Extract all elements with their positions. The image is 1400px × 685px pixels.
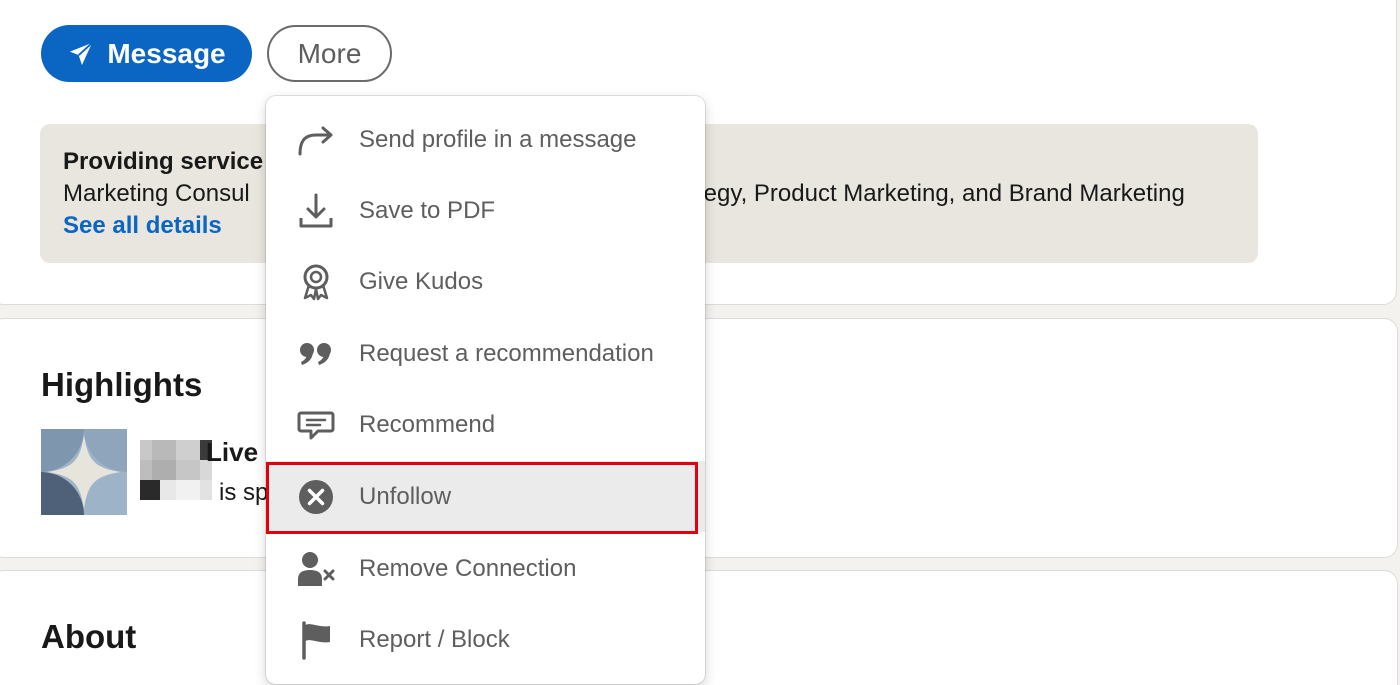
more-actions-menu: Send profile in a message Save to PDF Gi… [266, 96, 705, 684]
menu-item-save-pdf[interactable]: Save to PDF [266, 175, 705, 246]
highlights-heading: Highlights [41, 366, 203, 403]
services-description-tail: tegy, Product Marketing, and Brand Marke… [697, 180, 1185, 207]
paper-plane-icon [70, 41, 94, 65]
menu-item-label: Give Kudos [359, 267, 484, 295]
highlight-thumbnail[interactable] [41, 429, 127, 515]
blurred-avatar [140, 440, 212, 500]
menu-item-give-kudos[interactable]: Give Kudos [266, 246, 705, 317]
more-button-label: More [297, 37, 362, 69]
menu-item-send-profile[interactable]: Send profile in a message [266, 104, 705, 175]
speech-bubble-icon [296, 405, 336, 445]
menu-item-report-block[interactable]: Report / Block [266, 604, 705, 675]
message-button-label: Message [107, 37, 226, 69]
quote-icon [296, 334, 336, 374]
menu-item-remove-connection[interactable]: Remove Connection [266, 533, 705, 604]
menu-item-label: Remove Connection [359, 554, 577, 582]
menu-item-label: Save to PDF [359, 196, 496, 224]
services-description: Marketing Consul [63, 180, 250, 207]
share-arrow-icon [296, 120, 336, 160]
menu-item-label: Report / Block [359, 625, 510, 653]
message-button[interactable]: Message [41, 25, 252, 82]
more-button[interactable]: More [267, 25, 392, 82]
highlight-text: is sp [219, 479, 269, 506]
flag-icon [296, 620, 336, 660]
close-circle-icon [296, 477, 336, 517]
person-remove-icon [296, 549, 336, 589]
menu-item-label: Recommend [359, 410, 496, 438]
see-all-details-link[interactable]: See all details [63, 212, 222, 240]
menu-item-label: Request a recommendation [359, 339, 654, 367]
download-icon [296, 191, 336, 231]
menu-item-request-recommendation[interactable]: Request a recommendation [266, 318, 705, 389]
profile-page: Message More Providing service Marketing… [0, 0, 1400, 685]
highlight-title[interactable]: Live [206, 437, 258, 468]
about-heading: About [41, 618, 137, 655]
menu-item-recommend[interactable]: Recommend [266, 389, 705, 460]
menu-item-label: Unfollow [359, 482, 452, 510]
award-ribbon-icon [296, 262, 336, 302]
menu-item-label: Send profile in a message [359, 125, 637, 153]
menu-item-unfollow[interactable]: Unfollow [266, 461, 705, 532]
services-title: Providing service [63, 148, 264, 175]
